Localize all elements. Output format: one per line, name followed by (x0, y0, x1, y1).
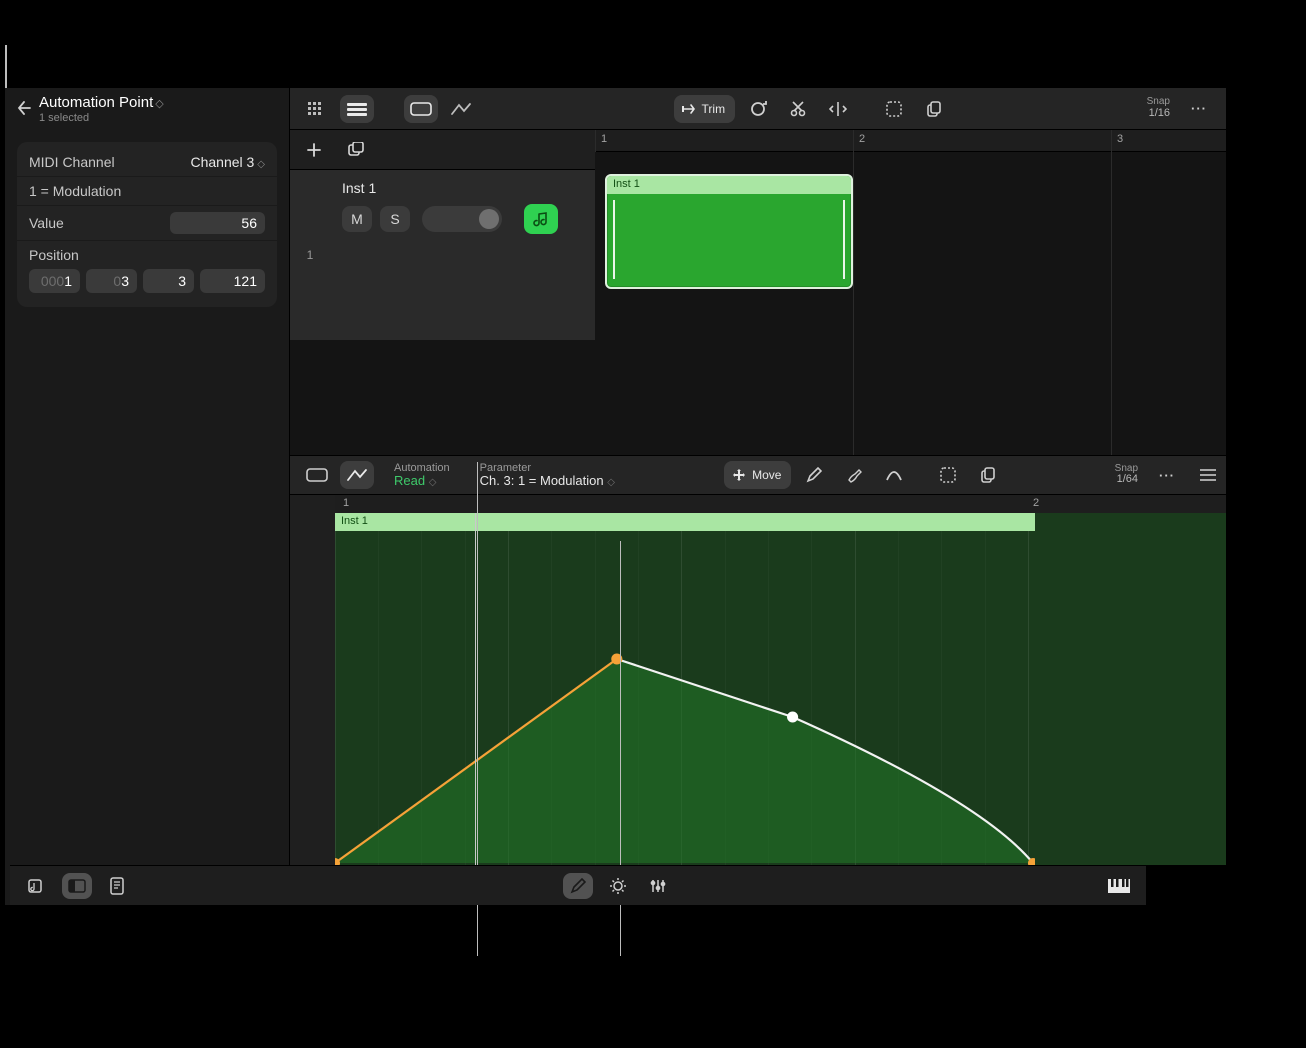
midi-channel-value[interactable]: Channel 3◇ (190, 154, 265, 170)
volume-slider[interactable] (422, 206, 502, 232)
view-list-button[interactable] (340, 95, 374, 123)
notepad-button[interactable] (102, 873, 132, 899)
split-tool-button[interactable] (821, 95, 855, 123)
scissor-tool-button[interactable] (781, 95, 815, 123)
inspector-title[interactable]: Automation Point◇ (39, 94, 164, 111)
editor-drag-handle[interactable] (1200, 469, 1216, 481)
library-button[interactable] (22, 873, 52, 899)
add-track-button[interactable] (300, 142, 328, 158)
editor-copy-tool-button[interactable] (971, 461, 1005, 489)
view-grid-button[interactable] (300, 95, 334, 123)
value-label: Value (29, 215, 64, 231)
editor-region-view-button[interactable] (300, 461, 334, 489)
select-tool-button[interactable] (877, 95, 911, 123)
automation-curve[interactable] (335, 531, 1035, 865)
inspector-panel: Automation Point◇ 1 selected MIDI Channe… (5, 88, 290, 905)
position-field[interactable]: 0001 03 3 121 (17, 265, 277, 301)
parameter-selector[interactable]: Parameter Ch. 3: 1 = Modulation ◇ (480, 463, 615, 488)
inspector-toggle-button[interactable] (62, 873, 92, 899)
editor-toolbar: Automation Read ◇ Parameter Ch. 3: 1 = M… (290, 455, 1226, 495)
position-label: Position (29, 247, 79, 263)
midi-channel-label: MIDI Channel (29, 154, 115, 170)
instrument-icon[interactable] (524, 204, 558, 234)
arrange-toolbar: Trim Snap 1/16 ··· (290, 88, 1226, 130)
midi-region[interactable]: Inst 1 (605, 174, 853, 289)
editor-select-tool-button[interactable] (931, 461, 965, 489)
editor-region-name: Inst 1 (335, 513, 1035, 531)
track-stack-button[interactable] (342, 142, 370, 158)
automation-toggle-button[interactable] (444, 95, 478, 123)
arrange-ruler[interactable]: 1 2 3 (595, 130, 1226, 152)
region-view-button[interactable] (404, 95, 438, 123)
automation-point (787, 712, 798, 723)
more-menu-button[interactable]: ··· (1182, 95, 1216, 123)
loop-tool-button[interactable] (741, 95, 775, 123)
track-name: Inst 1 (342, 180, 583, 196)
track-number: 1 (290, 170, 330, 340)
mute-button[interactable]: M (342, 206, 372, 232)
snap-value[interactable]: Snap 1/16 (1147, 97, 1170, 119)
brush-tool-button[interactable] (837, 461, 871, 489)
brightness-button[interactable] (603, 873, 633, 899)
editor-playhead[interactable] (475, 513, 476, 865)
editor-automation-view-button[interactable] (340, 461, 374, 489)
pencil-tool-button[interactable] (797, 461, 831, 489)
copy-tool-button[interactable] (917, 95, 951, 123)
track-list: 1 Inst 1 M S (290, 170, 595, 340)
curve-tool-button[interactable] (877, 461, 911, 489)
inspector-properties: MIDI Channel Channel 3◇ 1 = Modulation V… (17, 142, 277, 307)
keyboard-button[interactable] (1104, 873, 1134, 899)
editor-automation-area[interactable]: Inst 1 (335, 513, 1226, 865)
track-header[interactable]: Inst 1 M S (330, 170, 595, 285)
editor-ruler[interactable]: 1 2 (335, 495, 1226, 513)
editor-snap-value[interactable]: Snap 1/64 (1115, 464, 1138, 486)
arrange-region-area[interactable]: Inst 1 (595, 152, 1226, 492)
bottom-toolbar (10, 865, 1146, 905)
automation-mode-selector[interactable]: Automation Read ◇ (394, 463, 450, 488)
trim-tool-button[interactable]: Trim (674, 95, 736, 123)
value-field[interactable]: 56 (170, 212, 265, 234)
editor-more-button[interactable]: ··· (1150, 461, 1184, 489)
region-name: Inst 1 (607, 176, 851, 194)
editor-gutter (290, 495, 335, 865)
mixer-button[interactable] (643, 873, 673, 899)
pencil-mode-button[interactable] (563, 873, 593, 899)
back-icon[interactable] (17, 101, 31, 118)
solo-button[interactable]: S (380, 206, 410, 232)
parameter-name-label: 1 = Modulation (29, 183, 121, 199)
inspector-subtitle: 1 selected (39, 112, 164, 124)
move-tool-button[interactable]: Move (724, 461, 791, 489)
